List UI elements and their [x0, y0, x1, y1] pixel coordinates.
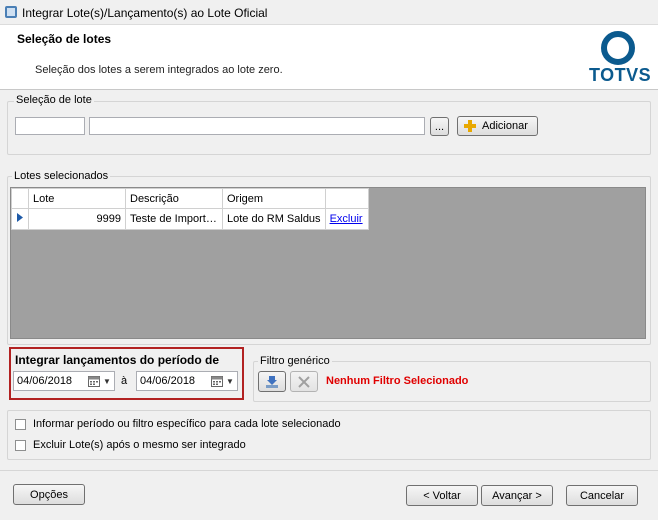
filter-download-icon: [266, 376, 278, 388]
page-title: Seleção de lotes: [17, 32, 112, 46]
wizard-header: Seleção de lotes Seleção dos lotes a ser…: [0, 25, 658, 90]
filter-clear-button[interactable]: [290, 371, 318, 392]
current-row-arrow-icon: [17, 213, 23, 222]
column-header-origem[interactable]: Origem: [222, 188, 326, 209]
lote-code-input[interactable]: [15, 117, 85, 135]
start-date-value: 04/06/2018: [17, 375, 73, 387]
column-header-descricao[interactable]: Descrição: [125, 188, 223, 209]
periodo-separator: à: [121, 375, 128, 387]
cell-origem[interactable]: Lote do RM Saldus: [222, 208, 326, 230]
end-date-value: 04/06/2018: [140, 375, 196, 387]
row-selector[interactable]: [11, 208, 29, 230]
browse-lote-button[interactable]: ...: [430, 117, 449, 136]
adicionar-button[interactable]: Adicionar: [457, 116, 538, 136]
avancar-label: Avançar >: [492, 489, 542, 502]
calendar-icon[interactable]: [208, 374, 226, 388]
cell-lote[interactable]: 9999: [28, 208, 126, 230]
periodo-start-date[interactable]: 04/06/2018 ▼: [13, 371, 115, 391]
lote-description-input[interactable]: [89, 117, 425, 135]
selecao-lote-label: Seleção de lote: [14, 94, 94, 106]
window-title: Integrar Lote(s)/Lançamento(s) ao Lote O…: [22, 6, 268, 20]
periodo-label: Integrar lançamentos do período de: [15, 353, 220, 367]
chevron-down-icon[interactable]: ▼: [226, 377, 236, 386]
excluir-lote-label: Excluir Lote(s) após o mesmo ser integra…: [33, 439, 246, 451]
plus-icon: [464, 120, 476, 132]
close-icon: [298, 375, 310, 388]
excluir-lote-checkbox[interactable]: [15, 440, 26, 451]
filter-status-text: Nenhum Filtro Selecionado: [326, 375, 469, 387]
page-subtitle: Seleção dos lotes a serem integrados ao …: [35, 64, 283, 76]
footer-divider: [0, 470, 658, 471]
lotes-grid[interactable]: Lote Descrição Origem 9999 Teste de Impo…: [10, 187, 646, 339]
cell-descricao[interactable]: Teste de Import…: [125, 208, 223, 230]
calendar-icon[interactable]: [85, 374, 103, 388]
opcoes-button[interactable]: Opções: [13, 484, 85, 505]
browse-label: ...: [434, 120, 445, 133]
row-header-corner: [11, 188, 29, 209]
cancelar-button[interactable]: Cancelar: [566, 485, 638, 506]
avancar-button[interactable]: Avançar >: [481, 485, 553, 506]
table-header-row: Lote Descrição Origem: [11, 188, 369, 209]
cell-action: Excluir: [324, 208, 369, 230]
totvs-logo-icon: [601, 31, 635, 65]
informar-periodo-label: Informar período ou filtro específico pa…: [33, 418, 341, 430]
voltar-label: < Voltar: [423, 489, 461, 502]
table-row[interactable]: 9999 Teste de Import… Lote do RM Saldus …: [11, 208, 369, 230]
periodo-end-date[interactable]: 04/06/2018 ▼: [136, 371, 238, 391]
title-bar: Integrar Lote(s)/Lançamento(s) ao Lote O…: [0, 0, 658, 25]
chevron-down-icon[interactable]: ▼: [103, 377, 113, 386]
excluir-link[interactable]: Excluir: [330, 213, 363, 225]
app-icon: [5, 6, 17, 18]
informar-periodo-checkbox[interactable]: [15, 419, 26, 430]
lotes-selecionados-label: Lotes selecionados: [12, 170, 111, 182]
filtro-generico-label: Filtro genérico: [258, 355, 332, 367]
cancelar-label: Cancelar: [579, 489, 625, 502]
voltar-button[interactable]: < Voltar: [406, 485, 478, 506]
column-header-action: [324, 188, 369, 209]
lotes-table: Lote Descrição Origem 9999 Teste de Impo…: [11, 188, 369, 230]
totvs-logo-text: TOTVS: [589, 65, 652, 85]
adicionar-label: Adicionar: [482, 120, 528, 132]
filter-select-button[interactable]: [258, 371, 286, 392]
opcoes-label: Opções: [30, 488, 68, 501]
column-header-lote[interactable]: Lote: [28, 188, 126, 209]
